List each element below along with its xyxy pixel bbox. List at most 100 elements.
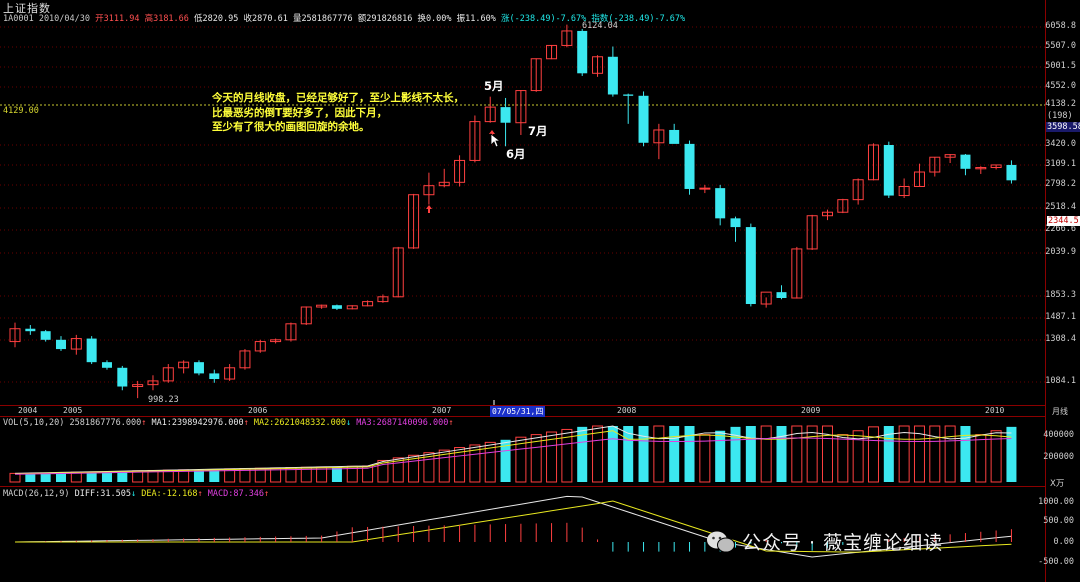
price-tick-3: 4552.0 — [1045, 81, 1076, 91]
macd-tick-neg500: -500.00 — [1038, 557, 1074, 567]
volume-value: 2581867776.000 — [69, 418, 142, 428]
price-tick-2: 5001.5 — [1045, 61, 1076, 71]
comment-line-2: 比最恶劣的倒T要好多了，因此下月， — [212, 106, 388, 119]
year-2004: 2004 — [18, 406, 38, 415]
year-2006: 2006 — [248, 406, 268, 415]
candle-body-down — [577, 30, 588, 74]
candle-body-down — [117, 367, 128, 387]
low-price-label: 998.23 — [148, 395, 179, 405]
candle-body-down — [607, 56, 618, 95]
mouse-cursor-icon — [490, 133, 502, 148]
volume-bar-down — [669, 426, 680, 482]
candle-body-down — [101, 362, 112, 368]
volume-bar-up — [837, 434, 849, 483]
volume-bar-up — [653, 425, 665, 483]
comment-line-1: 今天的月线收盘，已经足够好了，至少上影线不太长， — [212, 92, 464, 104]
price-tick-11: 1853.3 — [1045, 290, 1076, 300]
macd-diff: DIFF:31.505 — [74, 489, 131, 499]
candle-body-down — [1006, 164, 1017, 181]
candle-body-down — [745, 227, 756, 305]
volume-bar-down — [776, 426, 787, 482]
volume-bar-down — [745, 426, 756, 482]
year-2008: 2008 — [617, 406, 637, 415]
volume-bar-up — [898, 425, 910, 483]
candle-body-down — [623, 94, 634, 96]
candle-body-down — [331, 305, 342, 309]
price-tick-1: 5507.0 — [1045, 41, 1076, 51]
volume-bar-up — [929, 425, 941, 483]
volume-ma2-line — [14, 430, 1012, 475]
price-tick-6: 3109.1 — [1045, 159, 1076, 169]
candle-body-down — [209, 373, 220, 380]
level-line-label: 4129.00 — [3, 106, 39, 116]
price-tick-0: 6058.8 — [1045, 21, 1076, 31]
volume-bar-down — [1006, 426, 1017, 482]
volume-bar-down — [684, 426, 695, 482]
volume-tick-200000: 200000 — [1043, 452, 1074, 462]
candle-body-down — [883, 145, 894, 196]
year-2007: 2007 — [432, 406, 452, 415]
volume-bar-down — [715, 430, 726, 482]
volume-ma3: MA3:2687140096.000 — [356, 418, 449, 428]
candle-body-down — [86, 338, 97, 363]
comment-line-3: 至少有了很大的画图回旋的余地。 — [212, 121, 370, 133]
volume-bar-up — [699, 434, 711, 483]
candle-body-down — [715, 188, 726, 219]
volume-bar-up — [975, 434, 987, 483]
candle-body-down — [669, 129, 680, 144]
low-price-badge: 2344.5 — [1047, 216, 1080, 226]
volume-bar-up — [806, 425, 818, 483]
volume-ma2: MA2:2621048332.000 — [253, 418, 346, 428]
macd-tick-0: 0.00 — [1053, 537, 1074, 547]
time-cursor[interactable]: 07/05/31,四 — [490, 406, 546, 417]
volume-unit: X万 — [1050, 479, 1065, 489]
macd-value: MACD:87.346 — [207, 489, 265, 499]
price-tick-14: 1084.1 — [1045, 376, 1076, 386]
price-tick-7: 2798.2 — [1045, 179, 1076, 189]
candle-body-down — [776, 292, 787, 299]
candle-body-down — [730, 218, 741, 228]
volume-ma1: MA1:2398942976.000 — [151, 418, 244, 428]
macd-dea: DEA:-12.168 — [141, 489, 198, 499]
candle-body-down — [960, 154, 971, 169]
volume-bar-down — [960, 426, 971, 482]
volume-bar-up — [760, 425, 772, 483]
candle-body-down — [684, 143, 695, 189]
macd-label: MACD(26,12,9) — [3, 489, 70, 499]
candle-body-down — [25, 328, 36, 332]
volume-bar-down — [607, 426, 618, 482]
volume-bar-up — [592, 425, 604, 483]
up-arrow-icon — [426, 205, 432, 213]
candle-body-down — [638, 95, 649, 143]
macd-tick-1000: 1000.00 — [1038, 497, 1074, 507]
comment-text: 今天的月线收盘，已经足够好了，至少上影线不太长， 比最恶劣的倒T要好多了，因此下… — [212, 91, 464, 135]
wechat-icon — [707, 531, 735, 553]
high-price-label: 6124.04 — [582, 21, 618, 31]
may-label: 5月 — [484, 79, 504, 93]
volume-bar-up — [944, 425, 956, 483]
current-price-badge: 3598.58 — [1046, 122, 1080, 132]
price-tick-5: 3420.0 — [1045, 139, 1076, 149]
volume-tick-400000: 400000 — [1043, 430, 1074, 440]
price-tick-13: 1308.4 — [1045, 334, 1076, 344]
year-2010: 2010 — [985, 406, 1005, 415]
price-tick-4: 4138.2 — [1045, 99, 1076, 109]
volume-ma3-line — [14, 437, 1012, 475]
volume-label: VOL(5,10,20) — [3, 418, 65, 428]
candle-body-up — [699, 187, 711, 190]
price-tick-10: 2039.9 — [1045, 247, 1076, 257]
candle-body-down — [193, 362, 204, 374]
volume-bar-down — [638, 426, 649, 482]
volume-bar-up — [867, 426, 879, 483]
macd-legend: MACD(26,12,9) DIFF:31.505↓ DEA:-12.168↑ … — [3, 489, 270, 499]
june-label: 6月 — [506, 147, 526, 161]
macd-tick-500: 500.00 — [1043, 516, 1074, 526]
year-2005: 2005 — [63, 406, 83, 415]
volume-legend: VOL(5,10,20) 2581867776.000↑ MA1:2398942… — [3, 418, 454, 428]
period-label[interactable]: 月线 — [1052, 406, 1068, 417]
current-badge: (198) — [1047, 111, 1073, 121]
year-2009: 2009 — [801, 406, 821, 415]
price-tick-12: 1487.1 — [1045, 312, 1076, 322]
price-tick-8: 2518.4 — [1045, 202, 1076, 212]
candle-body-down — [40, 331, 51, 340]
